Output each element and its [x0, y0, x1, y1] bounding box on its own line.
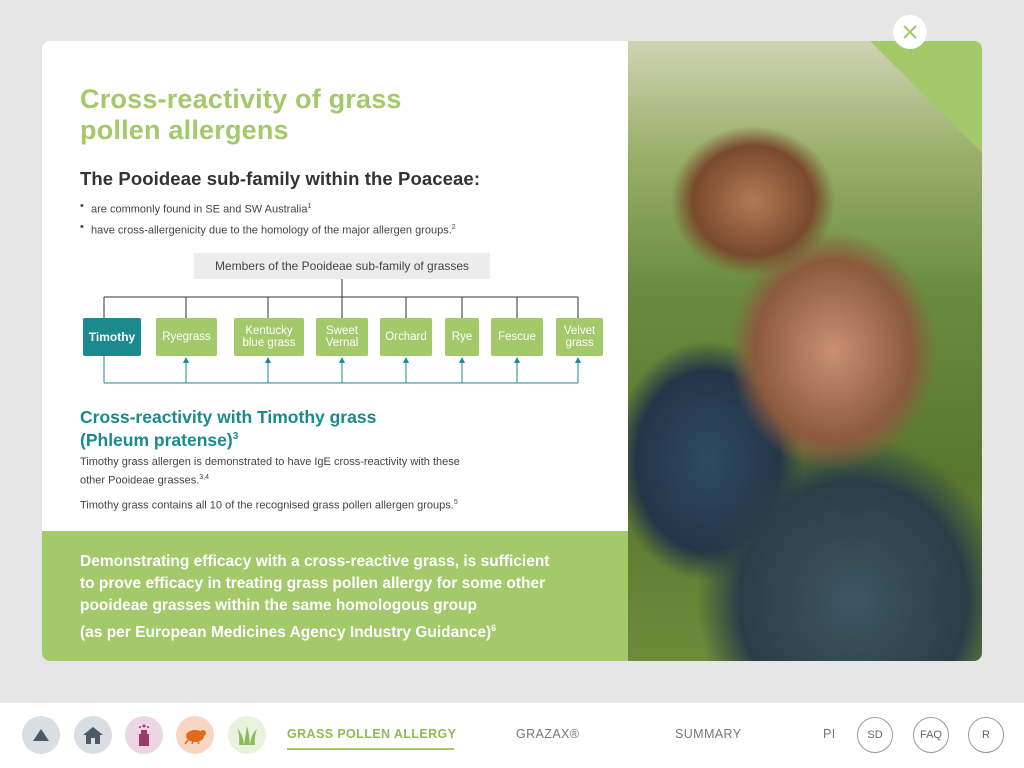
bottle-button[interactable]: [125, 716, 163, 754]
diagram-title-box: Members of the Pooideae sub-family of gr…: [194, 253, 490, 279]
bottle-icon: [139, 724, 149, 746]
paragraph: Timothy grass allergen is demonstrated t…: [80, 456, 460, 487]
tab-grazax[interactable]: GRAZAX®: [516, 727, 579, 741]
grass-node-kentucky: Kentucky blue grass: [234, 318, 304, 356]
r-button[interactable]: R: [968, 717, 1004, 753]
grass-node-orchard: Orchard: [380, 318, 432, 356]
sd-button[interactable]: SD: [857, 717, 893, 753]
up-button[interactable]: [22, 716, 60, 754]
grass-icon: [237, 726, 257, 745]
close-button[interactable]: [893, 15, 927, 49]
grass-button[interactable]: [228, 716, 266, 754]
corner-accent: [870, 41, 982, 153]
grass-node-timothy: Timothy: [83, 318, 141, 356]
content-panel: Cross-reactivity of grass pollen allerge…: [42, 41, 628, 661]
grass-node-velvet: Velvet grass: [556, 318, 603, 356]
section-heading: Cross-reactivity with Timothy grass (Phl…: [80, 407, 377, 450]
hero-photo: [628, 41, 982, 661]
home-icon: [83, 727, 103, 744]
tab-pi[interactable]: PI: [823, 727, 836, 741]
paragraph: Timothy grass contains all 10 of the rec…: [80, 498, 458, 512]
grass-node-fescue: Fescue: [491, 318, 543, 356]
modal-card: Cross-reactivity of grass pollen allerge…: [42, 41, 982, 661]
active-tab-underline: [287, 748, 454, 750]
close-icon: [903, 25, 917, 39]
home-button[interactable]: [74, 716, 112, 754]
dust-mite-icon: [184, 730, 206, 745]
bottom-nav: GRASS POLLEN ALLERGY GRAZAX® SUMMARY PI …: [0, 703, 1024, 768]
body-text: Timothy grass allergen is demonstrated t…: [80, 455, 550, 519]
dust-mite-button[interactable]: [176, 716, 214, 754]
grass-node-rye: Rye: [445, 318, 479, 356]
tab-grass-pollen-allergy[interactable]: GRASS POLLEN ALLERGY: [287, 727, 456, 741]
grass-node-sweet-vernal: Sweet Vernal: [316, 318, 368, 356]
triangle-up-icon: [33, 729, 49, 741]
key-message-banner: Demonstrating efficacy with a cross-reac…: [42, 531, 628, 661]
grass-node-ryegrass: Ryegrass: [156, 318, 217, 356]
faq-button[interactable]: FAQ: [913, 717, 949, 753]
tab-summary[interactable]: SUMMARY: [675, 727, 741, 741]
